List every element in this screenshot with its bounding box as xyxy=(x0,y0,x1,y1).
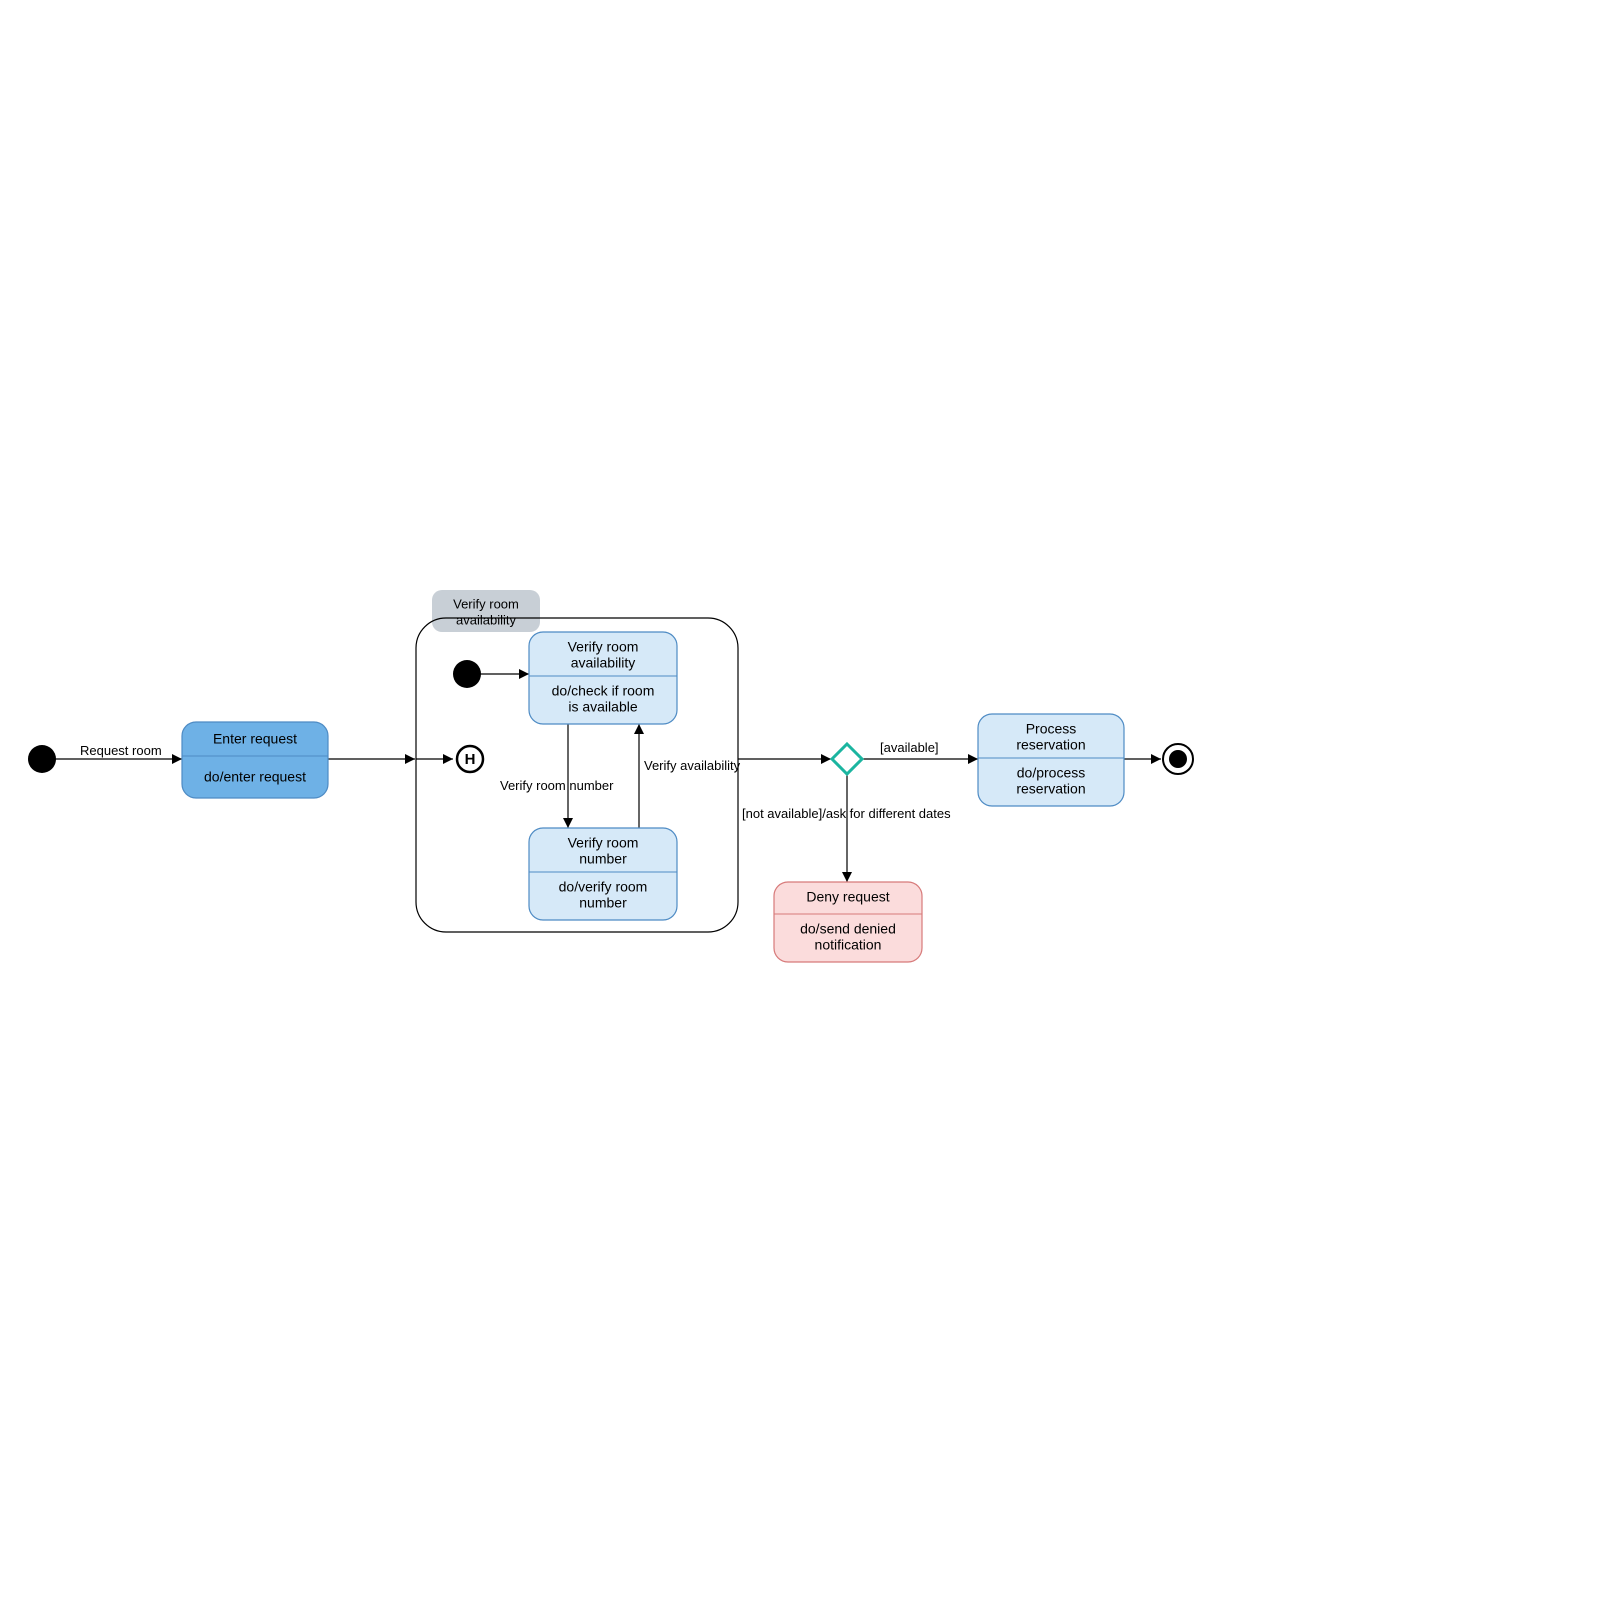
svg-text:H: H xyxy=(465,751,476,768)
state-deny-request: Deny request do/send denied notification xyxy=(774,882,922,962)
edge-process-to-final xyxy=(1124,754,1161,764)
edge-initial-to-enter: Request room xyxy=(55,743,182,764)
title-l2: availability xyxy=(571,655,636,671)
label-request-room: Request room xyxy=(80,743,162,758)
edge-enter-to-composite xyxy=(328,754,415,764)
edge-history-out xyxy=(416,754,453,764)
body-l1: do/send denied xyxy=(800,921,896,937)
label-available: [available] xyxy=(880,740,939,755)
title: Deny request xyxy=(806,889,889,905)
history-state: H xyxy=(457,746,483,772)
edge-decision-to-process: [available] xyxy=(862,740,978,764)
body-l2: reservation xyxy=(1016,781,1085,797)
state-verify-room-availability: Verify room availability do/check if roo… xyxy=(529,632,677,724)
edge-vra-to-vrn: Verify room number xyxy=(500,724,614,828)
body-l2: notification xyxy=(815,937,882,953)
title-l1: Process xyxy=(1026,721,1077,737)
initial-state xyxy=(28,745,56,773)
edge-inner-start-to-vra xyxy=(480,669,529,679)
title-l1: Verify room xyxy=(568,835,639,851)
composite-title-l1: Verify room xyxy=(453,596,519,611)
edge-composite-to-decision xyxy=(738,754,831,764)
edge-decision-to-deny: [not available]/ask for different dates xyxy=(742,774,951,882)
decision-node xyxy=(832,744,862,774)
state-enter-request: Enter request do/enter request xyxy=(182,722,328,798)
body-l1: do/verify room xyxy=(559,879,648,895)
title-l1: Verify room xyxy=(568,639,639,655)
title: Enter request xyxy=(213,731,297,747)
body: do/enter request xyxy=(204,769,306,785)
final-state xyxy=(1163,744,1193,774)
body-l1: do/process xyxy=(1017,765,1085,781)
title-l2: number xyxy=(579,851,627,867)
body-l2: is available xyxy=(568,699,637,715)
state-verify-room-number: Verify room number do/verify room number xyxy=(529,828,677,920)
inner-initial-state xyxy=(453,660,481,688)
edge-vrn-to-vra: Verify availability xyxy=(634,724,741,828)
label-verify-room-number: Verify room number xyxy=(500,778,614,793)
label-not-available: [not available]/ask for different dates xyxy=(742,806,951,821)
body-l1: do/check if room xyxy=(552,683,655,699)
title-l2: reservation xyxy=(1016,737,1085,753)
label-verify-availability: Verify availability xyxy=(644,758,741,773)
state-process-reservation: Process reservation do/process reservati… xyxy=(978,714,1124,806)
body-l2: number xyxy=(579,895,627,911)
composite-title-l2: availability xyxy=(456,612,516,627)
